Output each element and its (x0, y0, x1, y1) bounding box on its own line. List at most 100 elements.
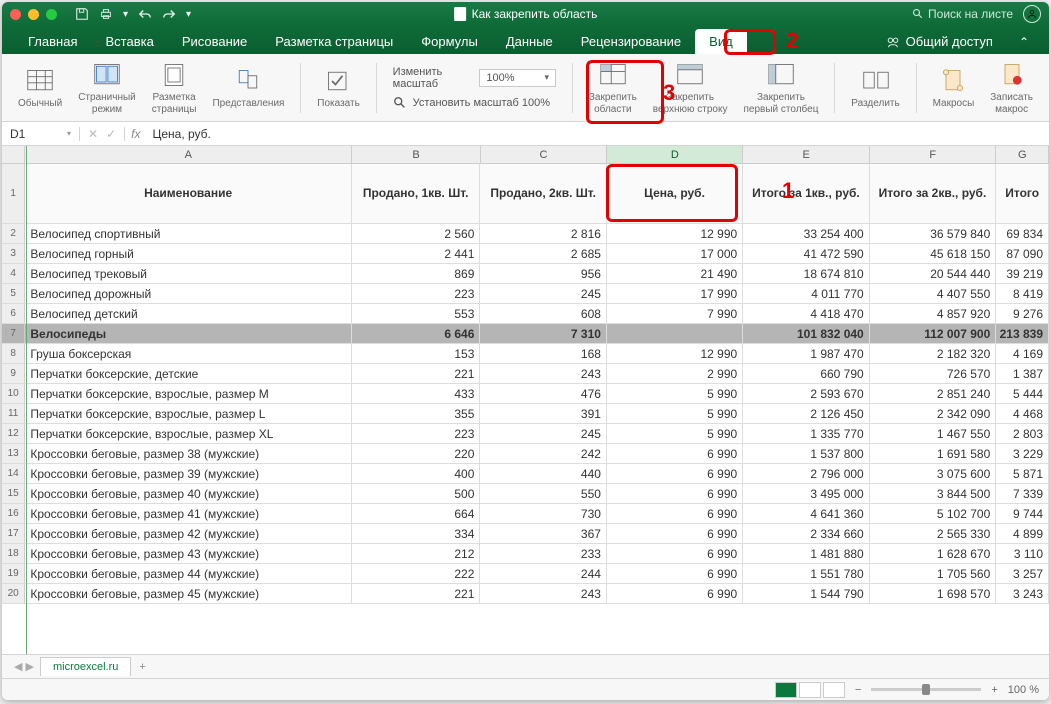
maximize-icon[interactable] (46, 9, 57, 20)
cell[interactable]: 12 990 (607, 224, 743, 243)
split-button[interactable]: Разделить (845, 66, 905, 110)
save-icon[interactable] (75, 7, 89, 21)
cell[interactable]: 6 990 (607, 464, 743, 483)
cell[interactable]: 3 110 (996, 544, 1049, 563)
zoom-100-button[interactable]: Установить масштаб 100% (393, 96, 556, 110)
cell[interactable]: 6 990 (607, 564, 743, 583)
cancel-icon[interactable]: ✕ (88, 127, 98, 141)
cell[interactable]: 4 407 550 (870, 284, 997, 303)
zoom-in-button[interactable]: + (991, 684, 997, 696)
cell[interactable]: 168 (480, 344, 607, 363)
cell[interactable]: 2 126 450 (743, 404, 870, 423)
cell[interactable]: 220 (352, 444, 480, 463)
cell[interactable]: 956 (480, 264, 607, 283)
col-header-g[interactable]: G (996, 146, 1049, 163)
zoom-slider[interactable] (871, 688, 981, 691)
cell[interactable]: 3 495 000 (743, 484, 870, 503)
cell[interactable]: 12 990 (607, 344, 743, 363)
cell[interactable]: 212 (352, 544, 480, 563)
cell[interactable]: 1 698 570 (870, 584, 997, 603)
row-header[interactable]: 7 (2, 324, 25, 343)
row-header[interactable]: 17 (2, 524, 25, 543)
cell[interactable]: 550 (480, 484, 607, 503)
cell[interactable]: Велосипед детский (25, 304, 352, 323)
tab-page-layout[interactable]: Разметка страницы (261, 29, 407, 54)
cell[interactable]: 7 990 (607, 304, 743, 323)
cell[interactable]: 36 579 840 (870, 224, 997, 243)
cell[interactable]: 21 490 (607, 264, 743, 283)
row-header[interactable]: 2 (2, 224, 25, 243)
cell[interactable]: 33 254 400 (743, 224, 870, 243)
cell[interactable]: 3 243 (996, 584, 1049, 603)
cell[interactable]: 5 990 (607, 404, 743, 423)
cell[interactable]: 2 593 670 (743, 384, 870, 403)
cell[interactable]: Велосипеды (25, 324, 352, 343)
cell[interactable]: Велосипед трековый (25, 264, 352, 283)
account-icon[interactable] (1023, 5, 1041, 23)
cell[interactable]: 1 544 790 (743, 584, 870, 603)
cell[interactable]: 2 685 (480, 244, 607, 263)
zoom-out-button[interactable]: − (855, 684, 861, 696)
cell[interactable]: Велосипед дорожный (25, 284, 352, 303)
cell[interactable]: 355 (352, 404, 480, 423)
cell[interactable]: 500 (352, 484, 480, 503)
row-header[interactable]: 15 (2, 484, 25, 503)
cell[interactable]: 726 570 (870, 364, 997, 383)
cell[interactable]: 400 (352, 464, 480, 483)
confirm-icon[interactable]: ✓ (106, 127, 116, 141)
cell[interactable]: 3 075 600 (870, 464, 997, 483)
row-header[interactable]: 16 (2, 504, 25, 523)
view-normal-button[interactable]: Обычный (12, 66, 68, 110)
cell[interactable]: 4 857 920 (870, 304, 997, 323)
cell[interactable]: 4 899 (996, 524, 1049, 543)
cell[interactable]: 553 (352, 304, 480, 323)
row-header[interactable]: 18 (2, 544, 25, 563)
cell[interactable]: 476 (480, 384, 607, 403)
row-header[interactable]: 14 (2, 464, 25, 483)
cell[interactable]: 69 834 (996, 224, 1049, 243)
cell[interactable]: 4 468 (996, 404, 1049, 423)
view-custom-views-button[interactable]: Представления (206, 66, 290, 110)
cell[interactable]: 223 (352, 284, 480, 303)
cell[interactable]: 1 705 560 (870, 564, 997, 583)
sheet-tab[interactable]: microexcel.ru (40, 657, 131, 676)
cell[interactable]: Кроссовки беговые, размер 42 (мужские) (25, 524, 352, 543)
cell[interactable]: 5 102 700 (870, 504, 997, 523)
cell[interactable]: 664 (352, 504, 480, 523)
cell[interactable]: 3 257 (996, 564, 1049, 583)
print-icon[interactable] (99, 7, 113, 21)
collapse-ribbon-icon[interactable]: ⌃ (1011, 30, 1037, 54)
cell[interactable]: 1 387 (996, 364, 1049, 383)
header-cell[interactable]: Продано, 2кв. Шт. (480, 164, 607, 223)
cell[interactable]: 18 674 810 (743, 264, 870, 283)
view-normal-icon[interactable] (775, 682, 797, 698)
row-header[interactable]: 9 (2, 364, 25, 383)
cell[interactable]: 2 334 660 (743, 524, 870, 543)
minimize-icon[interactable] (28, 9, 39, 20)
cell[interactable]: 4 641 360 (743, 504, 870, 523)
cell[interactable]: 20 544 440 (870, 264, 997, 283)
row-header[interactable]: 13 (2, 444, 25, 463)
col-header-a[interactable]: A (25, 146, 352, 163)
row-header[interactable]: 8 (2, 344, 25, 363)
cell[interactable]: 6 990 (607, 524, 743, 543)
cell[interactable]: Кроссовки беговые, размер 41 (мужские) (25, 504, 352, 523)
tab-formulas[interactable]: Формулы (407, 29, 492, 54)
header-cell[interactable]: Наименование (25, 164, 352, 223)
cell[interactable]: 39 219 (996, 264, 1049, 283)
cell[interactable]: 1 628 670 (870, 544, 997, 563)
cell[interactable]: 6 990 (607, 504, 743, 523)
cell[interactable]: 2 342 090 (870, 404, 997, 423)
cell[interactable]: 87 090 (996, 244, 1049, 263)
cell[interactable]: 45 618 150 (870, 244, 997, 263)
cell[interactable]: Велосипед спортивный (25, 224, 352, 243)
row-header[interactable]: 11 (2, 404, 25, 423)
sheet-nav[interactable]: ◀ ▶ (8, 660, 40, 673)
header-cell[interactable]: Итого (996, 164, 1049, 223)
formula-input[interactable]: Цена, руб. (146, 127, 1049, 141)
cell[interactable]: 1 537 800 (743, 444, 870, 463)
row-header[interactable]: 10 (2, 384, 25, 403)
cell[interactable]: 608 (480, 304, 607, 323)
cell[interactable]: 243 (480, 364, 607, 383)
cell[interactable]: 6 990 (607, 544, 743, 563)
